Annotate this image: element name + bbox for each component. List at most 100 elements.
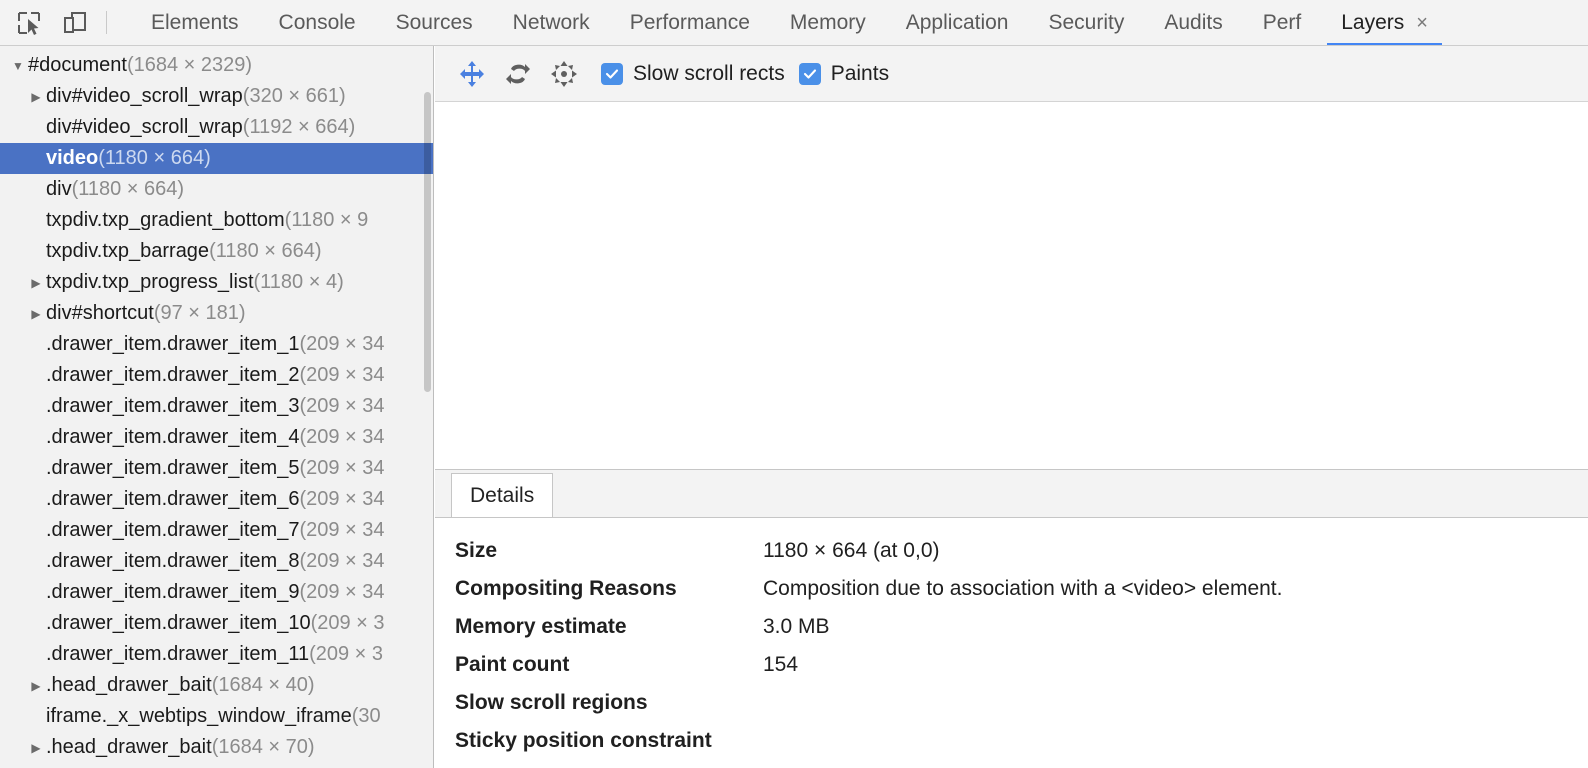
layer-tree-node[interactable]: .drawer_item.drawer_item_9 (209 × 34	[0, 577, 433, 608]
rotate-arrows-icon	[506, 63, 530, 84]
layer-node-dimensions: (97 × 181)	[153, 302, 246, 324]
layer-node-dimensions: (209 × 34	[299, 581, 385, 603]
tab-performance[interactable]: Performance	[610, 0, 770, 45]
layer-details-panel: Details Size 1180 × 664 (at 0,0) Compositi…	[435, 469, 1588, 768]
layer-node-dimensions: (1180 × 664)	[98, 147, 211, 169]
chevron-right-icon[interactable]: ▶	[26, 308, 46, 320]
layer-node-dimensions: (30	[351, 705, 381, 727]
layer-node-dimensions: (209 × 34	[299, 488, 385, 510]
layer-node-dimensions: (209 × 34	[299, 395, 385, 417]
layer-node-name: .drawer_item.drawer_item_11	[46, 643, 310, 665]
details-row: Sticky position constraint	[435, 722, 1588, 760]
layer-tree-node[interactable]: div (1180 × 664)	[0, 174, 433, 205]
layer-tree-panel[interactable]: ▼ #document (1684 × 2329) ▶ div#video_scroll…	[0, 46, 434, 768]
layer-node-name: .drawer_item.drawer_item_1	[46, 333, 300, 355]
layers-main-area: Slow scroll rects Paints Details Size 118…	[435, 46, 1588, 768]
tab-security[interactable]: Security	[1028, 0, 1144, 45]
tab-perf[interactable]: Perf	[1243, 0, 1322, 45]
tab-details[interactable]: Details	[451, 473, 554, 517]
rotate-mode-button[interactable]	[495, 53, 541, 95]
layers-3d-canvas[interactable]	[435, 102, 1588, 468]
details-row: Size 1180 × 664 (at 0,0)	[435, 532, 1588, 570]
tab-console[interactable]: Console	[259, 0, 376, 45]
layer-node-dimensions: (209 × 3	[310, 612, 385, 634]
layer-tree-node[interactable]: .drawer_item.drawer_item_10 (209 × 3	[0, 608, 433, 639]
layer-node-name: #document	[28, 54, 127, 76]
layer-tree-scrollbar[interactable]	[424, 92, 431, 392]
layer-tree-node[interactable]: .drawer_item.drawer_item_3 (209 × 34	[0, 391, 433, 422]
layer-node-dimensions: (1684 × 70)	[211, 736, 315, 758]
layer-tree-node[interactable]: .drawer_item.drawer_item_11 (209 × 3	[0, 639, 433, 670]
layer-node-dimensions: (320 × 661)	[242, 85, 346, 107]
devtools-tabbar: Elements Console Sources Network Performance…	[0, 0, 1588, 46]
chevron-right-icon[interactable]: ▶	[26, 742, 46, 754]
tab-label: Application	[905, 10, 1009, 34]
layer-tree-node[interactable]: video (1180 × 664)	[0, 143, 433, 174]
details-row-label: Compositing Reasons	[455, 577, 677, 600]
layer-node-name: .head_drawer_bait	[46, 674, 212, 696]
pan-mode-button[interactable]	[449, 53, 495, 95]
close-icon[interactable]: ×	[1416, 13, 1428, 33]
layer-tree-node[interactable]: ▶ div#video_scroll_wrap (320 × 661)	[0, 81, 433, 112]
details-row-label: Memory estimate	[455, 615, 627, 638]
paints-checkbox[interactable]: Paints	[798, 62, 889, 86]
layer-node-dimensions: (1180 × 4)	[253, 271, 344, 293]
details-row: Slow scroll regions	[435, 684, 1588, 722]
layer-tree-node[interactable]: txpdiv.txp_gradient_bottom (1180 × 9	[0, 205, 433, 236]
layer-tree-node[interactable]: ▶ .head_drawer_bait (1684 × 40)	[0, 670, 433, 701]
layer-tree-node[interactable]: iframe._x_webtips_window_iframe (30	[0, 701, 433, 732]
layer-node-name: iframe._x_webtips_window_iframe	[46, 705, 352, 727]
reset-view-button[interactable]	[541, 53, 587, 95]
chevron-right-icon[interactable]: ▶	[26, 680, 46, 692]
layer-node-name: div#video_scroll_wrap	[46, 116, 243, 138]
chevron-right-icon[interactable]: ▶	[26, 91, 46, 103]
layer-tree-node[interactable]: .drawer_item.drawer_item_5 (209 × 34	[0, 453, 433, 484]
layer-tree-node[interactable]: .drawer_item.drawer_item_7 (209 × 34	[0, 515, 433, 546]
tab-label: Elements	[151, 10, 239, 34]
layer-node-name: .drawer_item.drawer_item_8	[46, 550, 300, 572]
layer-node-name: .drawer_item.drawer_item_3	[46, 395, 300, 417]
details-row-value: 3.0 MB	[763, 615, 830, 638]
layer-node-name: txpdiv.txp_progress_list	[46, 271, 254, 293]
layer-tree-node[interactable]: .drawer_item.drawer_item_4 (209 × 34	[0, 422, 433, 453]
layer-node-dimensions: (1180 × 664)	[71, 178, 185, 200]
tab-memory[interactable]: Memory	[770, 0, 886, 45]
tab-application[interactable]: Application	[886, 0, 1029, 45]
layer-tree-node[interactable]: ▶ div#shortcut (97 × 181)	[0, 298, 433, 329]
slow-scroll-rects-checkbox[interactable]: Slow scroll rects	[601, 62, 785, 86]
layer-node-name: .head_drawer_bait	[46, 736, 212, 758]
layer-node-name: div#video_scroll_wrap	[46, 85, 243, 107]
layer-tree-node[interactable]: .drawer_item.drawer_item_6 (209 × 34	[0, 484, 433, 515]
checkbox-checked-icon	[601, 62, 623, 85]
tab-label: Layers	[1341, 10, 1405, 34]
layer-tree-node[interactable]: .drawer_item.drawer_item_8 (209 × 34	[0, 546, 433, 577]
tab-audits[interactable]: Audits	[1144, 0, 1242, 45]
layer-node-name: .drawer_item.drawer_item_2	[46, 364, 300, 386]
tab-network[interactable]: Network	[493, 0, 610, 45]
layer-tree-node[interactable]: ▶ txpdiv.txp_progress_list (1180 × 4)	[0, 267, 433, 298]
device-toolbar-icon[interactable]	[52, 0, 98, 45]
details-row-label: Size	[455, 539, 498, 562]
layer-tree-node[interactable]: .drawer_item.drawer_item_2 (209 × 34	[0, 360, 433, 391]
toolbar-divider	[106, 11, 107, 34]
tab-sources[interactable]: Sources	[376, 0, 493, 45]
layer-tree-node[interactable]: div#video_scroll_wrap (1192 × 664)	[0, 112, 433, 143]
chevron-right-icon[interactable]: ▶	[26, 277, 46, 289]
layer-node-dimensions: (1180 × 9	[284, 209, 369, 231]
chevron-down-icon[interactable]: ▼	[8, 60, 28, 72]
details-row-label: Slow scroll regions	[455, 691, 648, 714]
layer-node-dimensions: (209 × 3	[309, 643, 384, 665]
layer-tree-node[interactable]: txpdiv.txp_barrage (1180 × 664)	[0, 236, 433, 267]
layer-tree-node[interactable]: ▶ .head_drawer_bait (1684 × 70)	[0, 732, 433, 763]
layer-tree-node[interactable]: ▼ #document (1684 × 2329)	[0, 50, 433, 81]
tab-layers[interactable]: Layers ×	[1321, 0, 1448, 45]
tab-elements[interactable]: Elements	[131, 0, 259, 45]
tab-label: Memory	[789, 10, 866, 34]
center-arrows-icon	[551, 60, 577, 87]
layer-node-dimensions: (209 × 34	[299, 333, 385, 355]
panel-tabs: Elements Console Sources Network Performance…	[131, 0, 1448, 45]
slow-scroll-rects-label: Slow scroll rects	[633, 61, 785, 85]
layer-tree-node[interactable]: .drawer_item.drawer_item_1 (209 × 34	[0, 329, 433, 360]
inspect-element-icon[interactable]	[6, 0, 52, 45]
details-row: Compositing Reasons Composition due to as…	[435, 570, 1588, 608]
